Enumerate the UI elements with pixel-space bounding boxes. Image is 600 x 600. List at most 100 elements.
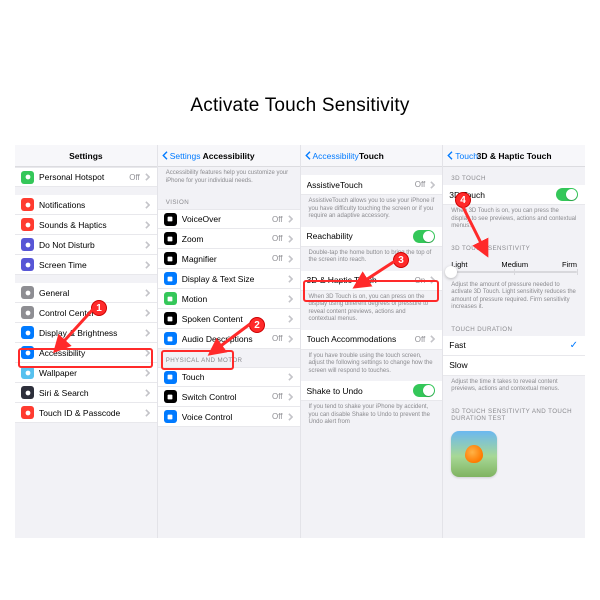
app-icon <box>164 371 177 384</box>
chevron-right-icon <box>288 275 293 283</box>
chevron-right-icon <box>145 309 150 317</box>
row-label: Screen Time <box>39 260 140 270</box>
list-row[interactable]: Zoom Off <box>158 229 300 249</box>
settings-row[interactable]: Accessibility <box>15 343 157 363</box>
list-row[interactable]: VoiceOver Off <box>158 209 300 229</box>
header-accessibility: Settings Accessibility <box>158 145 300 167</box>
chevron-right-icon <box>430 181 435 189</box>
chevron-right-icon <box>145 389 150 397</box>
list-row[interactable]: Magnifier Off <box>158 249 300 269</box>
settings-row[interactable]: Touch ID & Passcode <box>15 403 157 423</box>
settings-row[interactable]: Screen Time <box>15 255 157 275</box>
row-value: Off <box>415 180 426 189</box>
settings-row[interactable]: Siri & Search <box>15 383 157 403</box>
row-label: Wallpaper <box>39 368 140 378</box>
section-test: 3D TOUCH SENSITIVITY AND TOUCH DURATION … <box>443 400 585 425</box>
seg-medium: Medium <box>501 260 528 269</box>
settings-row[interactable]: Sounds & Haptics <box>15 215 157 235</box>
row-label: Touch Accommodations <box>307 334 410 344</box>
desc: Adjust the time it takes to reveal conte… <box>443 376 585 400</box>
toggle-switch[interactable] <box>413 384 435 397</box>
row-fast[interactable]: Fast ✓ <box>443 336 585 356</box>
chevron-right-icon <box>145 261 150 269</box>
chevron-right-icon <box>288 295 293 303</box>
chevron-right-icon <box>145 289 150 297</box>
row-label: General <box>39 288 140 298</box>
touch-test-preview[interactable] <box>451 431 497 477</box>
chevron-right-icon <box>145 241 150 249</box>
row-label: Sounds & Haptics <box>39 220 140 230</box>
toggle-switch[interactable] <box>556 188 578 201</box>
app-icon <box>164 292 177 305</box>
app-icon <box>164 312 177 325</box>
chevron-right-icon <box>145 409 150 417</box>
app-icon <box>21 218 34 231</box>
app-icon <box>164 213 177 226</box>
list-row[interactable]: Voice Control Off <box>158 407 300 427</box>
back-button[interactable]: Touch <box>447 151 478 161</box>
row-label: Siri & Search <box>39 388 140 398</box>
list-row[interactable]: Motion <box>158 289 300 309</box>
settings-row[interactable]: Display & Brightness <box>15 323 157 343</box>
seg-firm: Firm <box>562 260 577 269</box>
row-3dtouch[interactable]: 3D Touch <box>443 185 585 205</box>
chevron-right-icon <box>288 335 293 343</box>
app-icon <box>164 390 177 403</box>
list-row[interactable]: Audio Descriptions Off <box>158 329 300 349</box>
toggle-switch[interactable] <box>413 230 435 243</box>
list-row[interactable]: Spoken Content <box>158 309 300 329</box>
panel-settings: Settings Personal Hotspot Off Notificati… <box>15 145 158 538</box>
row-assistivetouch[interactable]: AssistiveTouch Off <box>301 175 443 195</box>
row-label: 3D & Haptic Touch <box>307 275 410 285</box>
row-label: Control Center <box>39 308 140 318</box>
settings-row[interactable]: Wallpaper <box>15 363 157 383</box>
chevron-right-icon <box>145 349 150 357</box>
chevron-right-icon <box>288 235 293 243</box>
row-slow[interactable]: Slow <box>443 356 585 376</box>
row-label: Reachability <box>307 231 409 241</box>
app-icon <box>164 332 177 345</box>
row-shake-to-undo[interactable]: Shake to Undo <box>301 381 443 401</box>
app-icon <box>21 171 34 184</box>
section-motor: PHYSICAL AND MOTOR <box>158 349 300 367</box>
back-label: Touch <box>455 151 478 161</box>
panel-3d-haptic: Touch 3D & Haptic Touch 3D TOUCH 3D Touc… <box>443 145 585 538</box>
app-icon <box>21 386 34 399</box>
settings-row[interactable]: Control Center <box>15 303 157 323</box>
row-label: Motion <box>182 294 283 304</box>
row-touch-accommodations[interactable]: Touch Accommodations Off <box>301 330 443 350</box>
app-icon <box>21 286 34 299</box>
row-3d-haptic-touch[interactable]: 3D & Haptic Touch On <box>301 271 443 291</box>
list-row[interactable]: Touch <box>158 367 300 387</box>
settings-row[interactable]: Notifications <box>15 195 157 215</box>
header-title: Accessibility <box>203 151 255 161</box>
header-settings: Settings <box>15 145 157 167</box>
row-label: Display & Brightness <box>39 328 140 338</box>
settings-row[interactable]: General <box>15 283 157 303</box>
row-reachability[interactable]: Reachability <box>301 227 443 247</box>
header-touch: Accessibility Touch <box>301 145 443 167</box>
chevron-right-icon <box>288 255 293 263</box>
chevron-right-icon <box>145 201 150 209</box>
settings-row[interactable]: Do Not Disturb <box>15 235 157 255</box>
row-label: Do Not Disturb <box>39 240 140 250</box>
list-row[interactable]: Display & Text Size <box>158 269 300 289</box>
row-value: Off <box>415 335 426 344</box>
row-label: Fast <box>449 340 564 350</box>
header-title: Settings <box>69 151 103 161</box>
list-row[interactable]: Switch Control Off <box>158 387 300 407</box>
app-icon <box>164 410 177 423</box>
section-vision: VISION <box>158 191 300 209</box>
row-label: Slow <box>449 360 578 370</box>
row-value: Off <box>272 234 283 243</box>
back-button[interactable]: Settings <box>162 151 201 161</box>
row-label: Display & Text Size <box>182 274 283 284</box>
sensitivity-slider[interactable] <box>443 271 585 279</box>
header-3d-haptic: Touch 3D & Haptic Touch <box>443 145 585 167</box>
back-button[interactable]: Accessibility <box>305 151 359 161</box>
settings-row[interactable]: Personal Hotspot Off <box>15 167 157 187</box>
row-label: 3D Touch <box>449 190 551 200</box>
chevron-right-icon <box>288 413 293 421</box>
row-label: Voice Control <box>182 412 267 422</box>
chevron-right-icon <box>430 276 435 284</box>
